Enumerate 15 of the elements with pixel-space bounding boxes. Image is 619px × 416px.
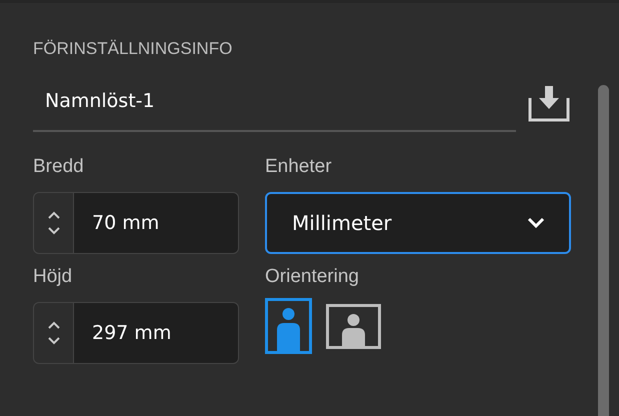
landscape-orientation-button[interactable] <box>326 304 381 348</box>
field-label: Enheter <box>265 156 333 179</box>
field-label: Orientering <box>265 266 360 289</box>
chevron-down-icon <box>527 217 545 229</box>
section-title: FÖRINSTÄLLNINGSINFO <box>33 39 234 60</box>
download-icon <box>528 84 570 122</box>
portrait-orientation-button[interactable] <box>265 298 312 354</box>
scrollbar[interactable] <box>598 85 609 416</box>
field-label: Bredd <box>33 156 85 179</box>
number-field[interactable]: 297 mm <box>74 302 239 364</box>
field-label: Höjd <box>33 266 74 289</box>
preset-name-field[interactable]: Namnlöst-1 <box>33 82 516 132</box>
number-field[interactable]: 70 mm <box>74 192 239 254</box>
save-preset-button[interactable] <box>528 84 570 122</box>
units-dropdown[interactable]: Millimeter <box>265 192 571 254</box>
